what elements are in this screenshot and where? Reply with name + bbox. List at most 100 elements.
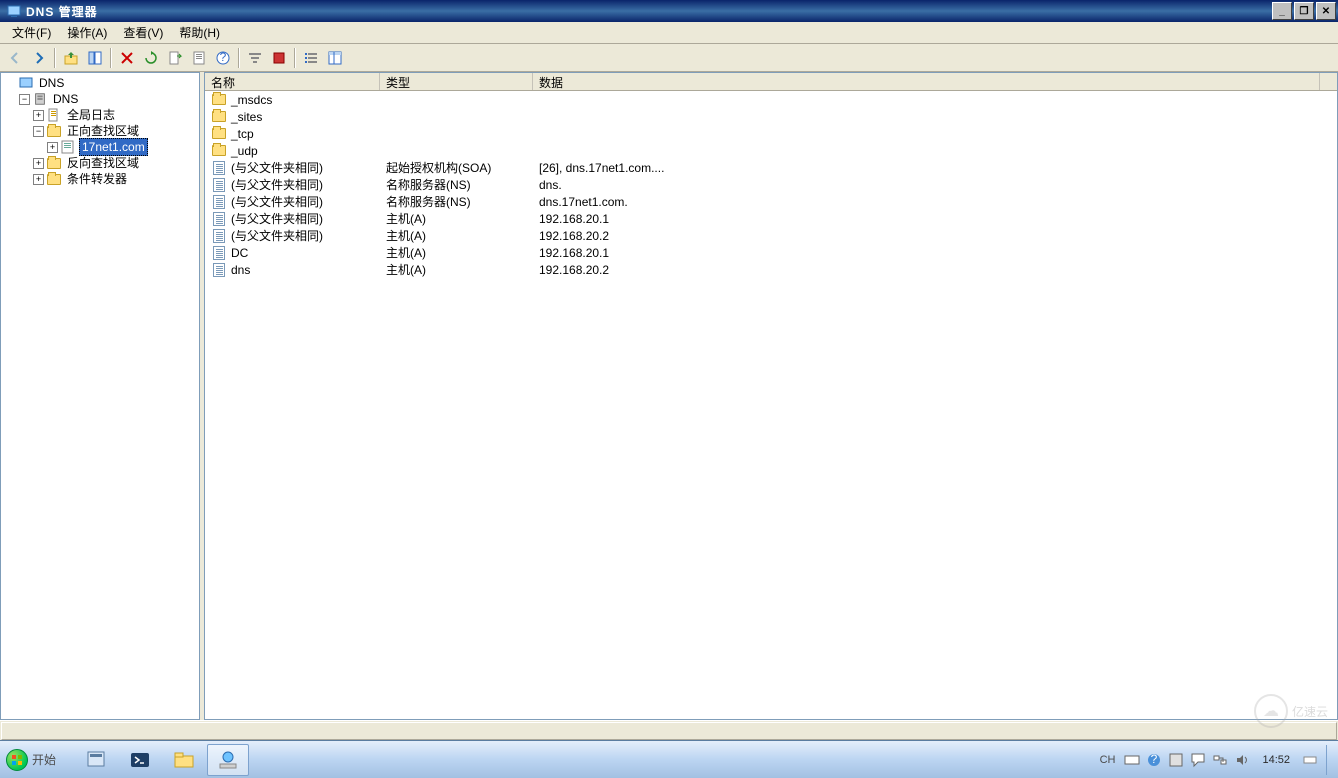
refresh-button[interactable] <box>140 47 162 69</box>
stop-button[interactable] <box>268 47 290 69</box>
record-name: (与父文件夹相同) <box>231 227 323 244</box>
record-data: dns. <box>533 178 1337 192</box>
folder-icon <box>46 155 62 171</box>
start-orb-icon <box>6 749 28 771</box>
minimize-button[interactable]: _ <box>1272 2 1292 20</box>
record-data: dns.17net1.com. <box>533 195 1337 209</box>
list-row[interactable]: (与父文件夹相同)主机(A)192.168.20.1 <box>205 210 1337 227</box>
record-name: _udp <box>231 144 258 158</box>
tree-reverse-zones[interactable]: + 反向查找区域 <box>3 155 197 171</box>
record-data: 192.168.20.2 <box>533 263 1337 277</box>
record-icon <box>211 228 227 244</box>
tree-label: 全局日志 <box>65 107 117 123</box>
column-type[interactable]: 类型 <box>380 73 533 90</box>
list-header: 名称 类型 数据 <box>205 73 1337 91</box>
record-name: _tcp <box>231 127 254 141</box>
record-data: 192.168.20.2 <box>533 229 1337 243</box>
task-powershell[interactable] <box>119 744 161 776</box>
list-row[interactable]: DC主机(A)192.168.20.1 <box>205 244 1337 261</box>
record-icon <box>211 245 227 261</box>
status-cell <box>1 722 1337 740</box>
record-data: [26], dns.17net1.com.... <box>533 161 1337 175</box>
list-row[interactable]: (与父文件夹相同)名称服务器(NS)dns. <box>205 176 1337 193</box>
record-type: 主机(A) <box>380 261 533 278</box>
task-dns-manager[interactable] <box>207 744 249 776</box>
expander-icon[interactable]: + <box>47 142 58 153</box>
tree-label: 正向查找区域 <box>65 123 141 139</box>
network-icon[interactable] <box>1212 752 1228 768</box>
forward-button[interactable] <box>28 47 50 69</box>
task-server-manager[interactable] <box>75 744 117 776</box>
record-icon <box>211 194 227 210</box>
record-data: 192.168.20.1 <box>533 212 1337 226</box>
back-button[interactable] <box>4 47 26 69</box>
list-row[interactable]: _msdcs <box>205 91 1337 108</box>
record-type: 主机(A) <box>380 227 533 244</box>
close-button[interactable]: ✕ <box>1316 2 1336 20</box>
tree-pane: DNS − DNS + 全局日志 − 正向查找区域 + 17net1.com <box>0 72 200 720</box>
list-row[interactable]: (与父文件夹相同)名称服务器(NS)dns.17net1.com. <box>205 193 1337 210</box>
properties-button[interactable] <box>188 47 210 69</box>
volume-icon[interactable] <box>1234 752 1250 768</box>
expander-icon[interactable]: + <box>33 158 44 169</box>
title-bar: DNS 管理器 _ ❐ ✕ <box>0 0 1338 22</box>
column-data[interactable]: 数据 <box>533 73 1320 90</box>
tree-forward-zones[interactable]: − 正向查找区域 <box>3 123 197 139</box>
column-name[interactable]: 名称 <box>205 73 380 90</box>
start-button[interactable]: 开始 <box>2 744 66 776</box>
start-label: 开始 <box>32 751 56 768</box>
expander-icon[interactable]: − <box>19 94 30 105</box>
ime-option-icon[interactable] <box>1168 752 1184 768</box>
folder-icon <box>46 171 62 187</box>
help-button[interactable]: ? <box>212 47 234 69</box>
record-name: (与父文件夹相同) <box>231 210 323 227</box>
menu-action[interactable]: 操作(A) <box>59 22 115 43</box>
menu-view[interactable]: 查看(V) <box>115 22 171 43</box>
export-button[interactable] <box>164 47 186 69</box>
ime-keyboard-icon[interactable] <box>1124 752 1140 768</box>
maximize-button[interactable]: ❐ <box>1294 2 1314 20</box>
showhide-button[interactable] <box>84 47 106 69</box>
menu-help[interactable]: 帮助(H) <box>171 22 228 43</box>
tree-conditional-fwd[interactable]: + 条件转发器 <box>3 171 197 187</box>
list-row[interactable]: _udp <box>205 142 1337 159</box>
tray-clock[interactable]: 14:52 <box>1256 754 1296 766</box>
tree-label: DNS <box>37 75 66 91</box>
app-icon <box>6 3 22 19</box>
record-name: _msdcs <box>231 93 272 107</box>
up-level-button[interactable] <box>60 47 82 69</box>
folder-icon <box>211 92 227 108</box>
delete-button[interactable] <box>116 47 138 69</box>
show-desktop[interactable] <box>1326 745 1338 775</box>
record-type: 主机(A) <box>380 244 533 261</box>
expander-icon[interactable]: + <box>33 110 44 121</box>
ime-language[interactable]: CH <box>1097 752 1119 768</box>
list-row[interactable]: (与父文件夹相同) 主机(A)192.168.20.2 <box>205 227 1337 244</box>
expander-icon[interactable]: − <box>33 126 44 137</box>
record-data: 192.168.20.1 <box>533 246 1337 260</box>
list-row[interactable]: _tcp <box>205 125 1337 142</box>
tree-root[interactable]: DNS <box>3 75 197 91</box>
tree-server[interactable]: − DNS <box>3 91 197 107</box>
action-center-icon[interactable] <box>1190 752 1206 768</box>
list-row[interactable]: _sites <box>205 108 1337 125</box>
tree-global-log[interactable]: + 全局日志 <box>3 107 197 123</box>
ime-help-icon[interactable]: ? <box>1146 752 1162 768</box>
tray-overflow-icon[interactable] <box>1302 752 1318 768</box>
record-type: 名称服务器(NS) <box>380 176 533 193</box>
menu-file[interactable]: 文件(F) <box>4 22 59 43</box>
tree-zone-17net1[interactable]: + 17net1.com <box>3 139 197 155</box>
record-icon <box>211 177 227 193</box>
log-icon <box>46 107 62 123</box>
list-body[interactable]: _msdcs_sites _tcp _udp(与父文件夹相同)起始授权机构(SOA)… <box>205 91 1337 719</box>
task-explorer[interactable] <box>163 744 205 776</box>
filter-button[interactable] <box>244 47 266 69</box>
list-view-button[interactable] <box>300 47 322 69</box>
tree-label: 反向查找区域 <box>65 155 141 171</box>
detail-view-button[interactable] <box>324 47 346 69</box>
list-row[interactable]: dns主机(A)192.168.20.2 <box>205 261 1337 278</box>
expander-icon[interactable]: + <box>33 174 44 185</box>
record-icon <box>211 160 227 176</box>
list-row[interactable]: (与父文件夹相同)起始授权机构(SOA)[26], dns.17net1.com… <box>205 159 1337 176</box>
svg-text:?: ? <box>1151 752 1158 766</box>
